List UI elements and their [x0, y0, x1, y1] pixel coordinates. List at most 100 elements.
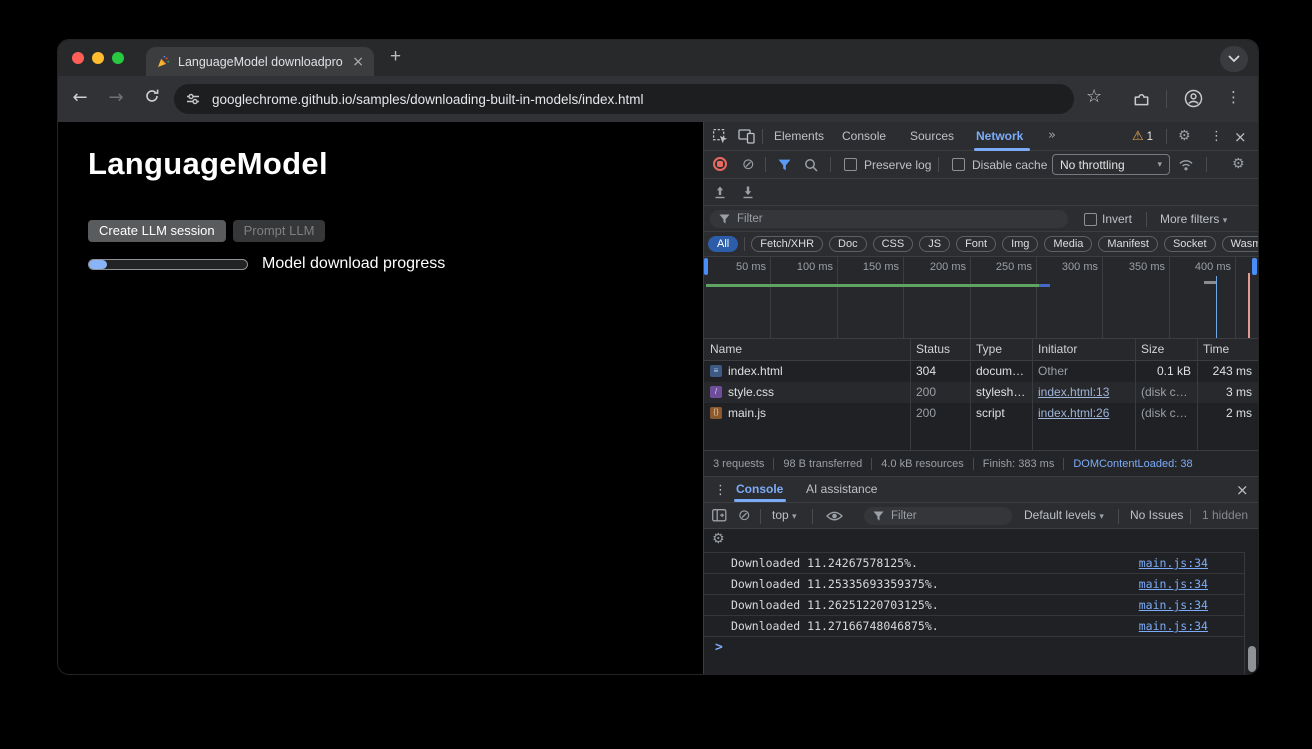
table-row-index-html[interactable]: ≡index.html 304 docum… Other 0.1 kB 243 … — [704, 361, 1258, 382]
chip-all[interactable]: All — [708, 236, 738, 252]
network-overview-timeline[interactable]: 50 ms 100 ms 150 ms 200 ms 250 ms 300 ms… — [704, 257, 1258, 339]
chip-media[interactable]: Media — [1044, 236, 1092, 252]
col-initiator[interactable]: Initiator — [1032, 339, 1135, 360]
maximize-window-button[interactable] — [112, 52, 124, 64]
invert-label: Invert — [1102, 212, 1132, 226]
chip-manifest[interactable]: Manifest — [1098, 236, 1158, 252]
console-filter-input[interactable]: Filter — [864, 507, 1012, 525]
preserve-log-checkbox[interactable] — [844, 158, 857, 171]
live-expression-eye-icon[interactable] — [826, 510, 843, 525]
source-link[interactable]: main.js:34 — [1139, 595, 1208, 616]
col-time[interactable]: Time — [1197, 339, 1258, 360]
chip-img[interactable]: Img — [1002, 236, 1038, 252]
prompt-llm-button[interactable]: Prompt LLM — [233, 220, 326, 242]
col-size[interactable]: Size — [1135, 339, 1197, 360]
col-status[interactable]: Status — [910, 339, 970, 360]
back-icon[interactable]: ← — [68, 87, 92, 108]
tab-close-icon[interactable]: × — [352, 55, 364, 69]
clear-console-icon[interactable]: ⊘ — [738, 506, 751, 524]
drawer-tab-console[interactable]: Console — [736, 482, 783, 496]
browser-menu-icon[interactable]: ⋮ — [1226, 88, 1241, 106]
chip-js[interactable]: JS — [919, 236, 950, 252]
throttling-dropdown[interactable]: No throttling▾ — [1052, 154, 1170, 175]
bookmark-star-icon[interactable]: ☆ — [1086, 86, 1102, 107]
create-llm-session-button[interactable]: Create LLM session — [88, 220, 226, 242]
minimize-window-button[interactable] — [92, 52, 104, 64]
more-panels-icon[interactable]: » — [1048, 122, 1056, 150]
devtools-close-icon[interactable]: × — [1234, 128, 1247, 146]
tab-console[interactable]: Console — [842, 122, 886, 150]
separator — [830, 157, 831, 172]
table-row-main-js[interactable]: { }main.js 200 script index.html:26 (dis… — [704, 403, 1258, 424]
tab-overflow-button[interactable] — [1220, 46, 1248, 72]
drawer-menu-icon[interactable]: ⋮ — [714, 483, 727, 498]
network-filter-input[interactable]: Filter — [710, 210, 1068, 228]
drawer-close-icon[interactable]: × — [1236, 481, 1249, 499]
progress-fill — [89, 260, 107, 269]
scrollbar-thumb[interactable] — [1248, 646, 1256, 672]
initiator-link[interactable]: index.html:13 — [1038, 385, 1109, 399]
overview-right-handle[interactable] — [1252, 258, 1257, 275]
filter-placeholder: Filter — [737, 213, 763, 225]
drawer-tab-ai-assistance[interactable]: AI assistance — [806, 482, 877, 496]
record-network-log-icon[interactable] — [713, 157, 727, 171]
chip-css[interactable]: CSS — [873, 236, 914, 252]
extensions-puzzle-icon[interactable] — [1132, 89, 1151, 113]
chip-doc[interactable]: Doc — [829, 236, 867, 252]
tab-title: LanguageModel downloadpro — [178, 55, 344, 69]
import-har-icon[interactable] — [714, 186, 726, 202]
console-sidebar-icon[interactable] — [712, 509, 727, 525]
more-filters-dropdown[interactable]: More filters ▾ — [1160, 212, 1227, 226]
separator — [812, 509, 813, 524]
clear-network-log-icon[interactable]: ⊘ — [742, 155, 755, 173]
export-har-icon[interactable] — [742, 186, 754, 202]
col-name[interactable]: Name — [704, 339, 910, 360]
source-link[interactable]: main.js:34 — [1139, 616, 1208, 637]
overview-left-handle[interactable] — [704, 258, 708, 275]
context-selector[interactable]: top ▾ — [772, 508, 797, 522]
console-prompt[interactable]: > — [704, 636, 1244, 660]
profile-avatar-icon[interactable] — [1184, 89, 1203, 113]
device-toolbar-icon[interactable] — [738, 129, 755, 147]
console-scrollbar[interactable] — [1244, 552, 1258, 674]
invert-checkbox[interactable] — [1084, 213, 1097, 226]
tab-sources[interactable]: Sources — [910, 122, 954, 150]
inspect-element-icon[interactable] — [712, 128, 729, 148]
initiator-link[interactable]: index.html:26 — [1038, 406, 1109, 420]
address-bar[interactable]: googlechrome.github.io/samples/downloadi… — [174, 84, 1074, 114]
tab-network[interactable]: Network — [976, 122, 1023, 150]
chevron-down-icon — [1228, 55, 1240, 63]
warning-icon[interactable]: ⚠1 — [1132, 128, 1153, 144]
log-levels-dropdown[interactable]: Default levels ▾ — [1024, 508, 1104, 522]
resources: 4.0 kB resources — [881, 458, 964, 470]
chip-fetch-xhr[interactable]: Fetch/XHR — [751, 236, 823, 252]
filter-funnel-icon[interactable] — [778, 159, 791, 174]
console-settings-gear-icon[interactable]: ⚙ — [712, 531, 725, 547]
chip-wasm[interactable]: Wasm — [1222, 236, 1258, 252]
site-settings-icon[interactable] — [186, 92, 200, 106]
har-toolbar — [704, 179, 1258, 206]
source-link[interactable]: main.js:34 — [1139, 574, 1208, 595]
tab-elements[interactable]: Elements — [774, 122, 824, 150]
reload-icon[interactable] — [140, 87, 164, 109]
source-link[interactable]: main.js:34 — [1139, 553, 1208, 574]
issues-link[interactable]: No Issues — [1130, 508, 1183, 522]
tick-100ms: 100 ms — [797, 261, 833, 273]
col-type[interactable]: Type — [970, 339, 1032, 360]
forward-icon[interactable]: → — [104, 87, 128, 108]
hidden-messages-count[interactable]: 1 hidden — [1202, 508, 1248, 522]
close-window-button[interactable] — [72, 52, 84, 64]
new-tab-button[interactable]: + — [390, 46, 401, 68]
search-icon[interactable] — [804, 158, 818, 175]
chip-font[interactable]: Font — [956, 236, 996, 252]
disable-cache-checkbox[interactable] — [952, 158, 965, 171]
network-conditions-wifi-icon[interactable] — [1178, 158, 1194, 174]
separator — [1190, 509, 1191, 524]
devtools-settings-gear-icon[interactable]: ⚙ — [1178, 128, 1191, 144]
devtools-menu-icon[interactable]: ⋮ — [1210, 129, 1223, 144]
console-message: Downloaded 11.25335693359375%. main.js:3… — [704, 573, 1244, 594]
browser-tab[interactable]: LanguageModel downloadpro × — [146, 47, 374, 76]
chip-socket[interactable]: Socket — [1164, 236, 1216, 252]
table-row-style-css[interactable]: /style.css 200 stylesh… index.html:13 (d… — [704, 382, 1258, 403]
network-settings-gear-icon[interactable]: ⚙ — [1232, 156, 1245, 172]
